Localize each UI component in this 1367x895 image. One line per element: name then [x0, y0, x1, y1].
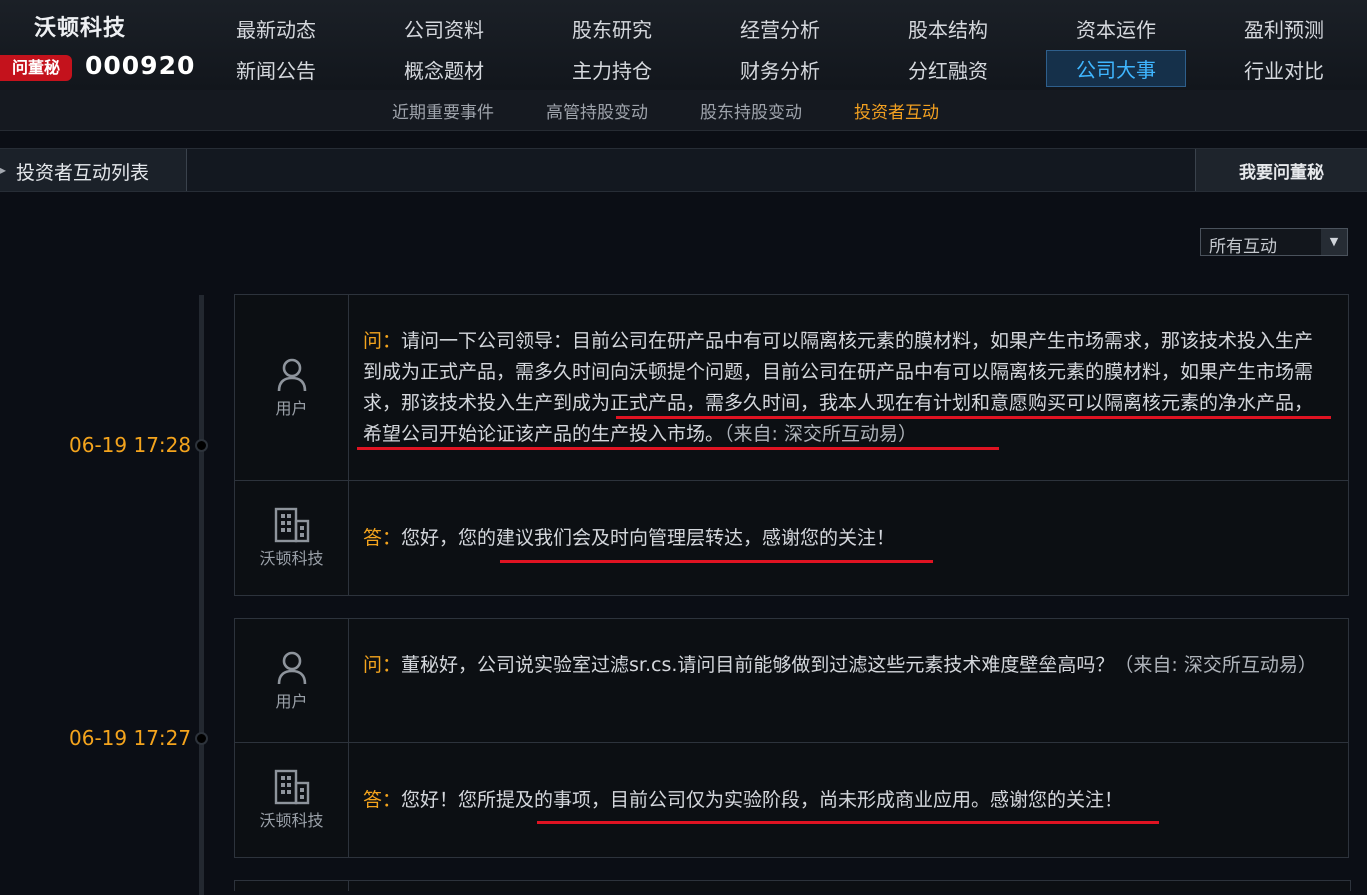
chevron-right-icon: ▸	[0, 163, 7, 177]
highlight-underline	[537, 821, 1159, 824]
question-source: （来自: 深交所互动易）	[724, 423, 917, 445]
timeline-dot	[195, 439, 208, 452]
question-author: 用户	[235, 295, 349, 480]
interaction-time: 06-19 17:27	[69, 726, 192, 750]
answer-row: 沃顿科技 答：您好！您所提及的事项，目前公司仅为实验阶段，尚未形成商业应用。感谢…	[235, 743, 1348, 857]
ask-secretary-badge[interactable]: 问董秘	[0, 55, 72, 81]
nav-latest-news[interactable]: 最新动态	[192, 8, 360, 49]
card-divider	[348, 881, 349, 891]
subnav-shareholder-holdings[interactable]: 股东持股变动	[700, 98, 802, 123]
building-icon	[274, 769, 309, 805]
main-nav: 最新动态 公司资料 股东研究 经营分析 股本结构 资本运作 盈利预测 新闻公告 …	[192, 8, 1367, 90]
highlight-underline	[616, 416, 1331, 419]
answer-author: 沃顿科技	[235, 481, 349, 595]
question-prefix: 问：	[363, 654, 402, 676]
question-row: 用户 问：请问一下公司领导：目前公司在研产品中有可以隔离核元素的膜材料，如果产生…	[235, 295, 1348, 481]
answer-text: 您好！您所提及的事项，目前公司仅为实验阶段，尚未形成商业应用。感谢您的关注！	[401, 789, 1124, 811]
highlight-underline	[357, 447, 999, 450]
building-icon	[274, 507, 309, 543]
nav-profit-forecast[interactable]: 盈利预测	[1200, 8, 1367, 49]
question-text-block: 问：请问一下公司领导：目前公司在研产品中有可以隔离核元素的膜材料，如果产生市场需…	[363, 326, 1330, 450]
answer-author: 沃顿科技	[235, 743, 349, 857]
timeline-dot	[195, 732, 208, 745]
nav-dividend-financing[interactable]: 分红融资	[864, 49, 1032, 90]
author-name: 沃顿科技	[259, 549, 324, 568]
answer-row: 沃顿科技 答：您好，您的建议我们会及时向管理层转达，感谢您的关注！	[235, 481, 1348, 595]
highlight-underline	[500, 560, 933, 563]
question-source: （来自: 深交所互动易）	[1114, 654, 1317, 676]
section-title: 投资者互动列表	[16, 162, 150, 184]
author-name: 用户	[275, 691, 308, 711]
section-tab: ▸ 投资者互动列表	[0, 149, 187, 191]
nav-company-profile[interactable]: 公司资料	[360, 8, 528, 49]
nav-concept-themes[interactable]: 概念题材	[360, 49, 528, 90]
answer-text-block: 答：您好，您的建议我们会及时向管理层转达，感谢您的关注！	[363, 523, 1330, 554]
nav-equity-structure[interactable]: 股本结构	[864, 8, 1032, 49]
subnav-investor-interaction[interactable]: 投资者互动	[854, 98, 939, 123]
nav-company-events[interactable]: 公司大事	[1046, 50, 1186, 87]
interaction-card: 用户 问：董秘好，公司说实验室过滤sr.cs.请问目前能够做到过滤这些元素技术难…	[234, 618, 1349, 858]
sub-nav: 近期重要事件 高管持股变动 股东持股变动 投资者互动	[392, 90, 939, 130]
user-icon	[277, 358, 306, 391]
answer-prefix: 答：	[363, 527, 402, 549]
question-text: 董秘好，公司说实验室过滤sr.cs.请问目前能够做到过滤这些元素技术难度壁垒高吗…	[401, 654, 1115, 676]
question-prefix: 问：	[363, 330, 402, 352]
answer-text-block: 答：您好！您所提及的事项，目前公司仅为实验阶段，尚未形成商业应用。感谢您的关注！	[363, 785, 1330, 816]
ask-secretary-button[interactable]: 我要问董秘	[1195, 149, 1367, 191]
interaction-card: 用户 问：请问一下公司领导：目前公司在研产品中有可以隔离核元素的膜材料，如果产生…	[234, 294, 1349, 596]
chevron-down-icon[interactable]: ▼	[1321, 229, 1347, 255]
interaction-filter-select[interactable]: 所有互动 ▼	[1200, 228, 1348, 257]
question-author: 用户	[235, 619, 349, 742]
nav-main-holdings[interactable]: 主力持仓	[528, 49, 696, 90]
question-row: 用户 问：董秘好，公司说实验室过滤sr.cs.请问目前能够做到过滤这些元素技术难…	[235, 619, 1348, 743]
filter-selected-value: 所有互动	[1209, 237, 1277, 257]
author-name: 用户	[275, 398, 308, 418]
sub-nav-bar: 近期重要事件 高管持股变动 股东持股变动 投资者互动	[0, 90, 1367, 131]
interaction-time: 06-19 17:28	[69, 433, 192, 457]
answer-text: 您好，您的建议我们会及时向管理层转达，感谢您的关注！	[401, 527, 896, 549]
nav-financial-analysis[interactable]: 财务分析	[696, 49, 864, 90]
user-icon	[277, 651, 306, 684]
nav-shareholder-research[interactable]: 股东研究	[528, 8, 696, 49]
subnav-executive-holdings[interactable]: 高管持股变动	[546, 98, 648, 123]
nav-capital-operation[interactable]: 资本运作	[1032, 8, 1200, 49]
nav-operation-analysis[interactable]: 经营分析	[696, 8, 864, 49]
author-name: 沃顿科技	[259, 811, 324, 830]
subnav-recent-events[interactable]: 近期重要事件	[392, 98, 494, 123]
nav-industry-comparison[interactable]: 行业对比	[1200, 49, 1367, 90]
stock-code: 000920	[85, 51, 196, 80]
answer-prefix: 答：	[363, 789, 402, 811]
top-header: 沃顿科技 问董秘 000920 最新动态 公司资料 股东研究 经营分析 股本结构…	[0, 0, 1367, 91]
nav-news-announcements[interactable]: 新闻公告	[192, 49, 360, 90]
timeline-line	[199, 295, 204, 895]
section-header: ▸ 投资者互动列表 我要问董秘	[0, 148, 1367, 192]
company-name[interactable]: 沃顿科技	[34, 10, 126, 42]
question-text-block: 问：董秘好，公司说实验室过滤sr.cs.请问目前能够做到过滤这些元素技术难度壁垒…	[363, 650, 1330, 681]
